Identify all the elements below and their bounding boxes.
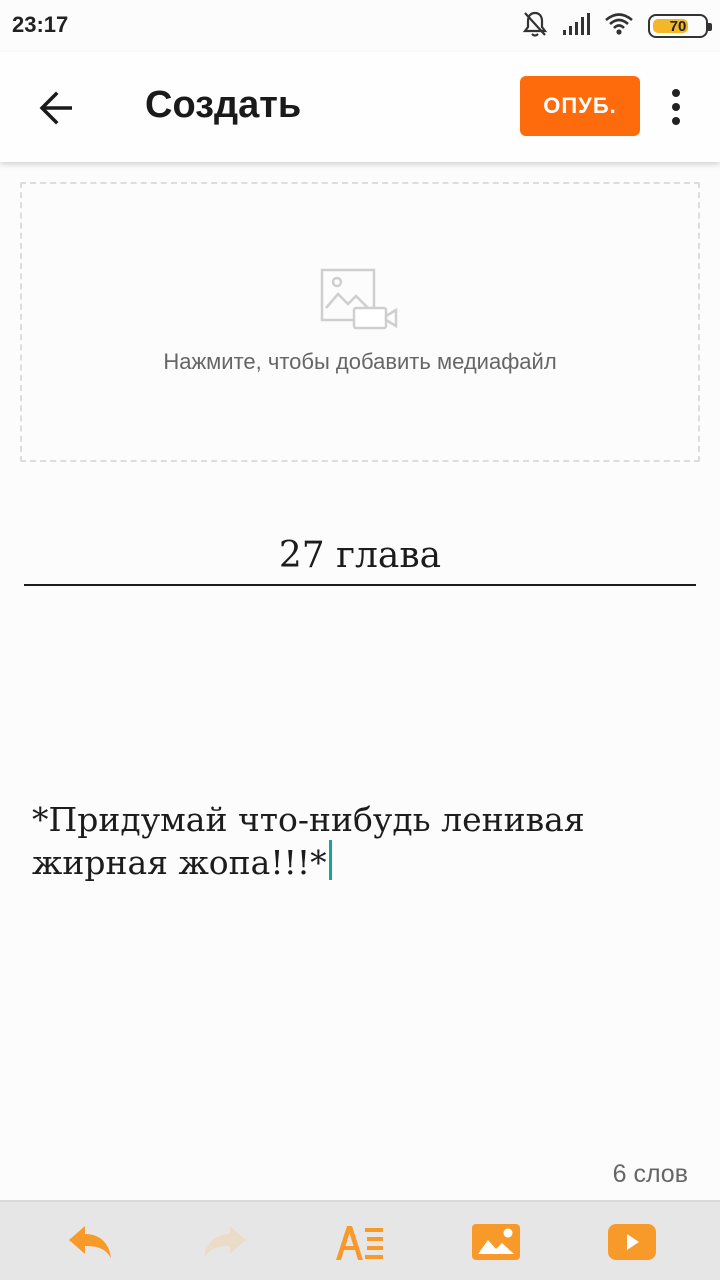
bell-off-icon (522, 10, 548, 43)
status-icons: 70 (522, 10, 712, 43)
redo-icon (204, 1226, 246, 1258)
add-media-area[interactable]: Нажмите, чтобы добавить медиафайл (20, 182, 700, 462)
wifi-icon (604, 12, 634, 41)
insert-video-icon (608, 1224, 656, 1260)
battery-level: 70 (669, 17, 687, 35)
undo-button[interactable] (60, 1218, 120, 1266)
bottom-toolbar (0, 1200, 720, 1280)
insert-image-icon (472, 1224, 520, 1260)
story-body-editor[interactable]: *Придумай что-нибудь ленивая жирная жопа… (32, 800, 692, 883)
status-time: 23:17 (12, 12, 69, 37)
battery-icon: 70 (648, 14, 712, 38)
text-cursor (328, 840, 332, 880)
more-options-button[interactable] (660, 82, 692, 132)
undo-icon (69, 1226, 111, 1258)
text-format-button[interactable] (330, 1218, 390, 1266)
signal-icon (562, 12, 590, 41)
insert-image-button[interactable] (466, 1218, 526, 1266)
page-title: Создать (145, 84, 302, 126)
image-video-icon (320, 268, 400, 335)
arrow-left-icon (39, 91, 72, 125)
add-media-prompt: Нажмите, чтобы добавить медиафайл (163, 349, 557, 374)
word-count: 6 слов (612, 1160, 688, 1188)
story-body-text: *Придумай что-нибудь ленивая жирная жопа… (32, 800, 585, 882)
text-format-icon (336, 1226, 383, 1260)
status-bar: 23:17 70 (0, 0, 720, 52)
publish-button[interactable]: ОПУБ. (520, 76, 640, 136)
redo-button[interactable] (195, 1218, 255, 1266)
chapter-title-input[interactable]: 27 глава (24, 530, 696, 586)
app-bar: Создать ОПУБ. (0, 52, 720, 162)
more-vertical-icon (672, 89, 680, 97)
insert-video-button[interactable] (602, 1218, 662, 1266)
back-button[interactable] (30, 82, 82, 134)
